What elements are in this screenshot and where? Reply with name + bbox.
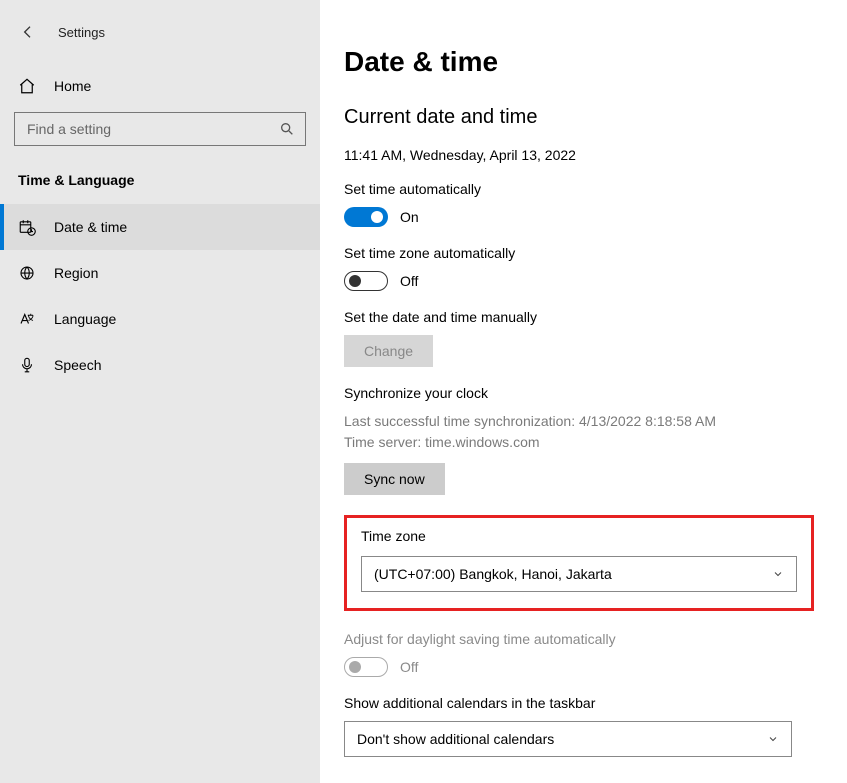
main-content: Date & time Current date and time 11:41 … (320, 0, 847, 783)
search-box[interactable] (14, 112, 306, 146)
timezone-highlight: Time zone (UTC+07:00) Bangkok, Hanoi, Ja… (344, 515, 814, 611)
sidebar-item-label: Language (54, 311, 116, 327)
sync-heading: Synchronize your clock (344, 385, 847, 401)
current-datetime-value: 11:41 AM, Wednesday, April 13, 2022 (344, 147, 847, 163)
timezone-dropdown[interactable]: (UTC+07:00) Bangkok, Hanoi, Jakarta (361, 556, 797, 592)
globe-icon (18, 264, 36, 282)
microphone-icon (18, 356, 36, 374)
sidebar-item-date-time[interactable]: Date & time (0, 204, 320, 250)
category-title: Time & Language (14, 172, 306, 188)
additional-calendars-label: Show additional calendars in the taskbar (344, 695, 847, 711)
set-time-auto-label: Set time automatically (344, 181, 847, 197)
sidebar-item-language[interactable]: Language (0, 296, 320, 342)
set-tz-auto-state: Off (400, 273, 418, 289)
sidebar-item-label: Region (54, 265, 98, 281)
sidebar-item-speech[interactable]: Speech (0, 342, 320, 388)
sidebar-item-region[interactable]: Region (0, 250, 320, 296)
timezone-value: (UTC+07:00) Bangkok, Hanoi, Jakarta (374, 566, 612, 582)
calendar-clock-icon (18, 218, 36, 236)
nav-home-label: Home (54, 78, 91, 94)
search-input[interactable] (27, 121, 279, 137)
nav-home[interactable]: Home (14, 72, 306, 100)
dst-state: Off (400, 659, 418, 675)
chevron-down-icon (767, 733, 779, 745)
sync-last-text: Last successful time synchronization: 4/… (344, 411, 847, 432)
dst-label: Adjust for daylight saving time automati… (344, 631, 847, 647)
manual-set-label: Set the date and time manually (344, 309, 847, 325)
additional-calendars-dropdown[interactable]: Don't show additional calendars (344, 721, 792, 757)
search-icon (279, 121, 295, 137)
page-title: Date & time (344, 46, 847, 78)
language-icon (18, 310, 36, 328)
sidebar-nav: Date & time Region Language Speech (0, 204, 320, 388)
timezone-label: Time zone (361, 528, 797, 544)
sidebar: Settings Home Time & Language Date & tim… (0, 0, 320, 783)
set-tz-auto-toggle[interactable] (344, 271, 388, 291)
set-time-auto-toggle[interactable] (344, 207, 388, 227)
back-arrow-icon (20, 24, 36, 40)
chevron-down-icon (772, 568, 784, 580)
window-title: Settings (58, 25, 105, 40)
change-button[interactable]: Change (344, 335, 433, 367)
sync-now-button[interactable]: Sync now (344, 463, 445, 495)
current-datetime-heading: Current date and time (344, 106, 847, 129)
sidebar-item-label: Speech (54, 357, 101, 373)
set-time-auto-state: On (400, 209, 419, 225)
additional-calendars-value: Don't show additional calendars (357, 731, 554, 747)
dst-toggle (344, 657, 388, 677)
home-icon (18, 77, 36, 95)
back-button[interactable] (18, 24, 38, 40)
set-tz-auto-label: Set time zone automatically (344, 245, 847, 261)
sidebar-item-label: Date & time (54, 219, 127, 235)
sync-server-text: Time server: time.windows.com (344, 432, 847, 453)
header-row: Settings (14, 12, 306, 52)
